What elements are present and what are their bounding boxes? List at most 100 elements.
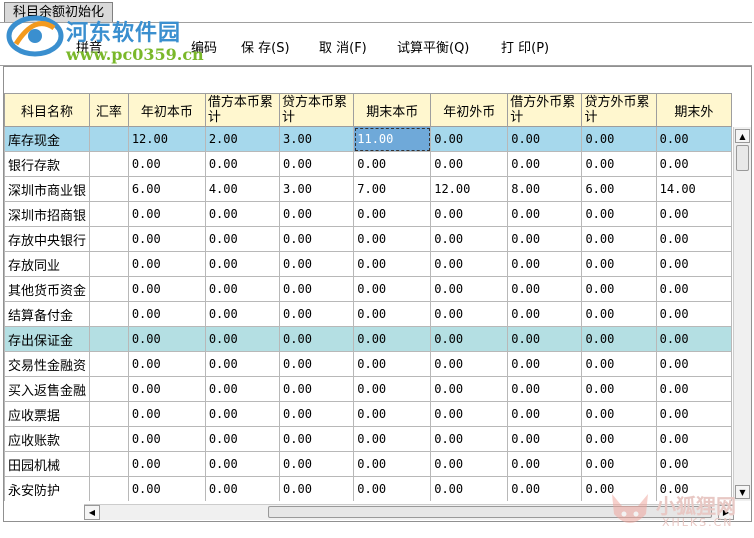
table-row[interactable]: 田园机械 0.00 0.00 0.00 0.00 0.00 0.00 0.00 0.00: [4, 451, 732, 477]
amount-cell[interactable]: 0.00: [430, 401, 509, 427]
amount-cell[interactable]: 0.00: [204, 276, 281, 302]
save-button[interactable]: 保 存(S): [241, 37, 290, 56]
rate-cell[interactable]: [89, 126, 129, 152]
account-name-cell[interactable]: 应收票据: [4, 401, 91, 427]
amount-cell[interactable]: 0.00: [581, 126, 657, 152]
vertical-scroll-thumb[interactable]: [736, 145, 749, 171]
amount-cell[interactable]: 0.00: [581, 451, 657, 477]
amount-cell[interactable]: 0.00: [279, 276, 355, 302]
account-name-cell[interactable]: 交易性金融资: [4, 351, 91, 377]
amount-cell[interactable]: 0.00: [279, 201, 355, 227]
amount-cell[interactable]: 0.00: [204, 201, 281, 227]
table-row[interactable]: 深圳市招商银 0.00 0.00 0.00 0.00 0.00 0.00 0.00 0.00: [4, 201, 732, 227]
account-name-cell[interactable]: 深圳市商业银: [4, 176, 91, 202]
amount-cell[interactable]: 0.00: [127, 226, 206, 252]
amount-cell[interactable]: 0.00: [279, 426, 355, 452]
amount-cell[interactable]: 0.00: [204, 451, 281, 477]
table-row[interactable]: 存出保证金 0.00 0.00 0.00 0.00 0.00 0.00 0.00 0.00: [4, 326, 732, 352]
amount-cell[interactable]: 0.00: [353, 326, 432, 352]
account-name-cell[interactable]: 存出保证金: [4, 326, 91, 352]
amount-cell[interactable]: 4.00: [204, 176, 281, 202]
amount-cell[interactable]: 0.00: [430, 201, 509, 227]
amount-cell[interactable]: 0.00: [127, 201, 206, 227]
amount-cell[interactable]: 0.00: [204, 351, 281, 377]
amount-cell[interactable]: 0.00: [353, 251, 432, 277]
account-name-cell[interactable]: 结算备付金: [4, 301, 91, 327]
amount-cell[interactable]: 6.00: [581, 176, 657, 202]
column-header[interactable]: 科目名称: [4, 93, 91, 127]
amount-cell[interactable]: 0.00: [507, 451, 583, 477]
column-header[interactable]: 年初本币: [127, 93, 206, 127]
amount-cell[interactable]: 0.00: [507, 476, 583, 501]
account-name-cell[interactable]: 其他货币资金: [4, 276, 91, 302]
amount-cell[interactable]: 0.00: [279, 351, 355, 377]
column-header[interactable]: 年初外币: [430, 93, 509, 127]
amount-cell[interactable]: 0.00: [430, 301, 509, 327]
table-row[interactable]: 存放同业 0.00 0.00 0.00 0.00 0.00 0.00 0.00 0.00: [4, 251, 732, 277]
amount-cell[interactable]: 0.00: [127, 451, 206, 477]
table-row[interactable]: 其他货币资金 0.00 0.00 0.00 0.00 0.00 0.00 0.00 0.00: [4, 276, 732, 302]
amount-cell[interactable]: 0.00: [430, 326, 509, 352]
rate-cell[interactable]: [89, 226, 129, 252]
amount-cell[interactable]: 0.00: [127, 376, 206, 402]
amount-cell[interactable]: 14.00: [655, 176, 732, 202]
rate-cell[interactable]: [89, 351, 129, 377]
account-name-cell[interactable]: 银行存款: [4, 151, 91, 177]
table-row[interactable]: 存放中央银行 0.00 0.00 0.00 0.00 0.00 0.00 0.00 0.00: [4, 226, 732, 252]
amount-cell[interactable]: 0.00: [430, 476, 509, 501]
amount-cell[interactable]: 0.00: [507, 301, 583, 327]
amount-cell[interactable]: 0.00: [430, 126, 509, 152]
amount-cell[interactable]: 0.00: [655, 201, 732, 227]
amount-cell[interactable]: 0.00: [581, 226, 657, 252]
amount-cell[interactable]: 0.00: [279, 226, 355, 252]
amount-cell[interactable]: 0.00: [353, 376, 432, 402]
amount-cell[interactable]: 0.00: [430, 451, 509, 477]
amount-cell[interactable]: 0.00: [507, 126, 583, 152]
amount-cell[interactable]: 0.00: [430, 376, 509, 402]
rate-cell[interactable]: [89, 276, 129, 302]
amount-cell[interactable]: 0.00: [279, 451, 355, 477]
amount-cell[interactable]: 0.00: [507, 351, 583, 377]
amount-cell[interactable]: 0.00: [353, 226, 432, 252]
amount-cell[interactable]: 0.00: [127, 351, 206, 377]
amount-cell[interactable]: 0.00: [204, 326, 281, 352]
amount-cell[interactable]: 0.00: [655, 401, 732, 427]
amount-cell[interactable]: 0.00: [581, 401, 657, 427]
rate-cell[interactable]: [89, 451, 129, 477]
amount-cell[interactable]: 0.00: [279, 476, 355, 501]
amount-cell[interactable]: 0.00: [204, 251, 281, 277]
amount-cell[interactable]: 0.00: [655, 426, 732, 452]
amount-cell[interactable]: 3.00: [279, 176, 355, 202]
amount-cell[interactable]: 0.00: [507, 376, 583, 402]
account-name-cell[interactable]: 田园机械: [4, 451, 91, 477]
amount-cell[interactable]: 0.00: [127, 426, 206, 452]
table-row[interactable]: 库存现金 12.00 2.00 3.00 11.00 0.00 0.00 0.00 0.00: [4, 126, 732, 152]
amount-cell[interactable]: 0.00: [507, 251, 583, 277]
amount-cell[interactable]: 0.00: [507, 201, 583, 227]
amount-cell[interactable]: 0.00: [507, 151, 583, 177]
column-header[interactable]: 期末本币: [353, 93, 432, 127]
amount-cell[interactable]: 0.00: [581, 326, 657, 352]
cancel-button[interactable]: 取 消(F): [319, 37, 367, 56]
account-name-cell[interactable]: 永安防护: [4, 476, 91, 501]
amount-cell[interactable]: 0.00: [655, 276, 732, 302]
rate-cell[interactable]: [89, 426, 129, 452]
amount-cell[interactable]: 2.00: [204, 126, 281, 152]
amount-cell[interactable]: 0.00: [204, 226, 281, 252]
column-header[interactable]: 借方外币累计: [507, 93, 583, 127]
amount-cell[interactable]: 0.00: [127, 401, 206, 427]
amount-cell[interactable]: 0.00: [127, 251, 206, 277]
amount-cell[interactable]: 0.00: [655, 376, 732, 402]
print-button[interactable]: 打 印(P): [501, 37, 549, 56]
trial-balance-button[interactable]: 试算平衡(Q): [397, 37, 469, 56]
rate-cell[interactable]: [89, 251, 129, 277]
amount-cell[interactable]: 0.00: [655, 451, 732, 477]
amount-cell[interactable]: 0.00: [581, 201, 657, 227]
column-header[interactable]: 期末外: [655, 93, 732, 127]
amount-cell[interactable]: 0.00: [353, 426, 432, 452]
amount-cell[interactable]: 0.00: [279, 151, 355, 177]
amount-cell[interactable]: 0.00: [655, 251, 732, 277]
amount-cell[interactable]: 0.00: [353, 476, 432, 501]
amount-cell[interactable]: 0.00: [279, 401, 355, 427]
amount-cell[interactable]: 0.00: [430, 351, 509, 377]
